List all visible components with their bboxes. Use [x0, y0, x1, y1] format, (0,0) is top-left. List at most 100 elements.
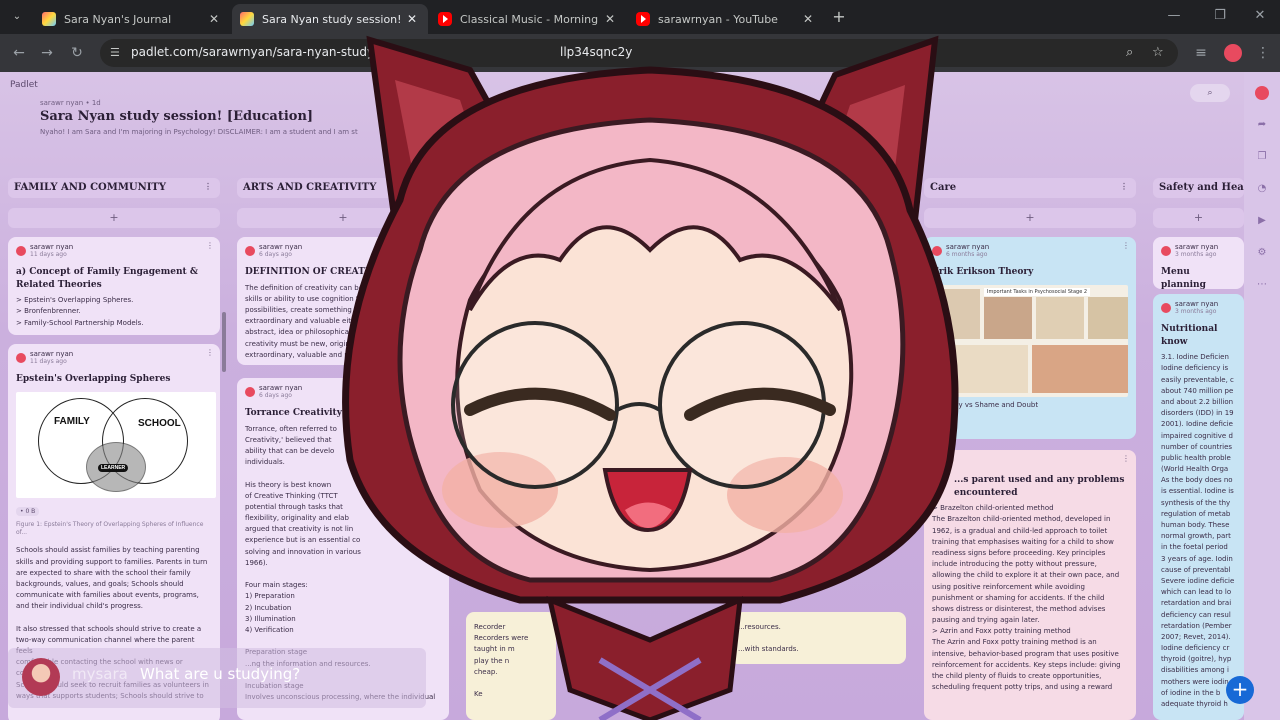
post-menu-icon[interactable]: ⋮: [206, 241, 214, 250]
site-info-icon[interactable]: ☰: [110, 46, 120, 59]
author-name: sarawr nyan: [1175, 243, 1219, 251]
tab-title: Sara Nyan's Journal: [64, 12, 172, 26]
youtube-icon: [438, 12, 452, 26]
post-card[interactable]: sarawr nyan 3 months ago Menu planning: [1153, 237, 1244, 289]
post-menu-icon[interactable]: ⋮: [1122, 241, 1130, 250]
post-card[interactable]: sarawr nyan 3 months ago Nutritional know…: [1153, 294, 1244, 720]
back-arrow-icon[interactable]: ←: [10, 44, 28, 62]
post-body: 3.1. Iodine Deficien Iodine deficiency i…: [1161, 353, 1235, 708]
scrollbar[interactable]: [222, 312, 226, 372]
post-title: Erik Erikson Theory: [932, 267, 1034, 277]
padlet-icon: [42, 12, 56, 26]
bookmark-star-icon[interactable]: ☆: [1152, 45, 1164, 60]
illustration-panel: [984, 296, 1032, 339]
copy-icon[interactable]: ❐: [1255, 150, 1269, 164]
venn-diagram-image[interactable]: FAMILY SCHOOL LEARNER: [16, 391, 216, 498]
bell-icon[interactable]: ◔: [1255, 182, 1269, 196]
tab-title: sarawrnyan - YouTube: [658, 12, 778, 26]
post-menu-icon[interactable]: ⋮: [1122, 454, 1130, 463]
column-header-safety[interactable]: Safety and Hea: [1153, 178, 1244, 198]
post-card[interactable]: sarawr nyan 6 days ago DEFINITION OF CREA…: [237, 237, 449, 365]
post-time: 11 days ago: [30, 251, 67, 258]
post-time: 3 months ago: [1175, 251, 1217, 258]
column-title: Care: [930, 182, 957, 193]
column-menu-icon[interactable]: ⋮: [204, 181, 212, 191]
post-menu-icon[interactable]: ⋮: [206, 348, 214, 357]
padlet-logo[interactable]: Padlet: [10, 80, 38, 90]
profile-avatar[interactable]: [1224, 44, 1242, 62]
search-icon[interactable]: ⌕: [1190, 84, 1230, 102]
add-post-button[interactable]: +: [1153, 208, 1244, 228]
post-author: sarawr nyan 3 months ago: [1161, 300, 1236, 315]
attachment-badge: • 0 B: [16, 506, 40, 516]
add-post-button[interactable]: +: [237, 208, 449, 228]
add-post-button[interactable]: +: [8, 208, 220, 228]
post-body: ...resources. ...with standards.: [738, 623, 799, 654]
right-side-rail: ➦ ❐ ◔ ▶ ⚙ ⋯: [1244, 72, 1280, 720]
address-bar[interactable]: ☰ padlet.com/sarawrnyan/sara-nyan-study-…: [100, 39, 1178, 67]
avatar: [245, 386, 255, 397]
add-post-button[interactable]: +: [924, 208, 1136, 228]
illustration-panel: [936, 288, 980, 339]
board-description: Nyaho! I am Sara and I'm majoring in Psy…: [40, 128, 358, 136]
tab-youtube-channel[interactable]: sarawrnyan - YouTube ✕: [628, 4, 824, 34]
post-card[interactable]: Recorder Recorders were taught in m play…: [466, 612, 556, 720]
minimize-icon[interactable]: —: [1164, 8, 1184, 23]
tab-search-icon[interactable]: ⌄: [8, 8, 26, 26]
post-title: DEFINITION OF CREATIVITY: [245, 267, 394, 277]
avatar: [932, 245, 942, 256]
media-controls-icon[interactable]: ≡: [1192, 44, 1210, 62]
post-title: a) Concept of Family Engagement & Relate…: [16, 267, 198, 290]
url-text: padlet.com/sarawrnyan/sara-nyan-study-se…: [131, 45, 405, 59]
column-header-family[interactable]: FAMILY AND COMMUNITY ⋮: [8, 178, 220, 198]
slideshow-icon[interactable]: ▶: [1255, 214, 1269, 228]
avatar: [1161, 245, 1171, 256]
share-icon[interactable]: ➦: [1255, 118, 1269, 132]
column-header-care[interactable]: Care ⋮: [924, 178, 1136, 198]
post-author: sarawr nyan 11 days ago: [16, 243, 212, 258]
post-card[interactable]: ⋮ ...s parent used and any problems enco…: [924, 450, 1136, 720]
add-post-fab[interactable]: +: [1226, 676, 1254, 704]
chat-avatar: [22, 658, 60, 696]
chat-message: What are u studying?: [140, 665, 301, 683]
new-tab-button[interactable]: +: [830, 7, 848, 26]
tab-study-session[interactable]: Sara Nyan study session! [Educ ✕: [232, 4, 428, 34]
psychosocial-stage-image[interactable]: Important Tasks in Psychosocial Stage 2: [932, 284, 1128, 397]
padlet-account-icon[interactable]: [1255, 86, 1269, 100]
author-name: sarawr nyan: [30, 350, 74, 358]
post-body: Recorder Recorders were taught in m play…: [474, 623, 529, 699]
close-icon[interactable]: ✕: [404, 12, 420, 26]
forward-arrow-icon[interactable]: →: [38, 44, 56, 62]
avatar: [16, 352, 26, 363]
avatar: [245, 245, 255, 256]
author-name: sarawr nyan: [946, 243, 990, 251]
gear-icon[interactable]: ⚙: [1255, 246, 1269, 260]
chat-overlay: mysara What are u studying?: [8, 648, 426, 708]
post-title: Menu planning: [1161, 267, 1206, 289]
reload-icon[interactable]: ↻: [68, 44, 86, 62]
venn-label-school: SCHOOL: [138, 417, 181, 429]
post-body: The definition of creativity can be sum …: [245, 283, 381, 359]
post-card[interactable]: ...resources. ...with standards.: [730, 612, 906, 664]
restore-icon[interactable]: ❐: [1210, 8, 1230, 23]
column-menu-icon[interactable]: ⋮: [1120, 181, 1128, 191]
post-card[interactable]: ⋮ sarawr nyan 6 months ago Erik Erikson T…: [924, 237, 1136, 439]
close-icon[interactable]: ✕: [602, 12, 618, 26]
zoom-icon[interactable]: ⌕: [1126, 45, 1133, 60]
image-title: Important Tasks in Psychosocial Stage 2: [984, 287, 1091, 296]
close-icon[interactable]: ✕: [800, 12, 816, 26]
post-card[interactable]: ⋮ sarawr nyan 11 days ago a) Concept of F…: [8, 237, 220, 335]
window-close-icon[interactable]: ✕: [1250, 8, 1270, 23]
more-icon[interactable]: ⋯: [1255, 278, 1269, 292]
post-author: sarawr nyan 6 days ago: [245, 243, 441, 258]
tab-title: Classical Music - Morning Moo: [460, 12, 602, 26]
tab-classical-music[interactable]: Classical Music - Morning Moo ✕: [430, 4, 626, 34]
close-icon[interactable]: ✕: [206, 12, 222, 26]
tab-journal[interactable]: Sara Nyan's Journal ✕: [34, 4, 230, 34]
column-header-arts[interactable]: ARTS AND CREATIVITY: [237, 178, 449, 198]
tab-bar: ⌄ Sara Nyan's Journal ✕ Sara Nyan study …: [0, 0, 1280, 34]
chat-username: mysara: [72, 665, 128, 683]
browser-window: ⌄ Sara Nyan's Journal ✕ Sara Nyan study …: [0, 0, 1280, 720]
kebab-menu-icon[interactable]: ⋮: [1254, 44, 1272, 62]
post-body: > Brazelton child-oriented method The Br…: [932, 504, 1121, 692]
